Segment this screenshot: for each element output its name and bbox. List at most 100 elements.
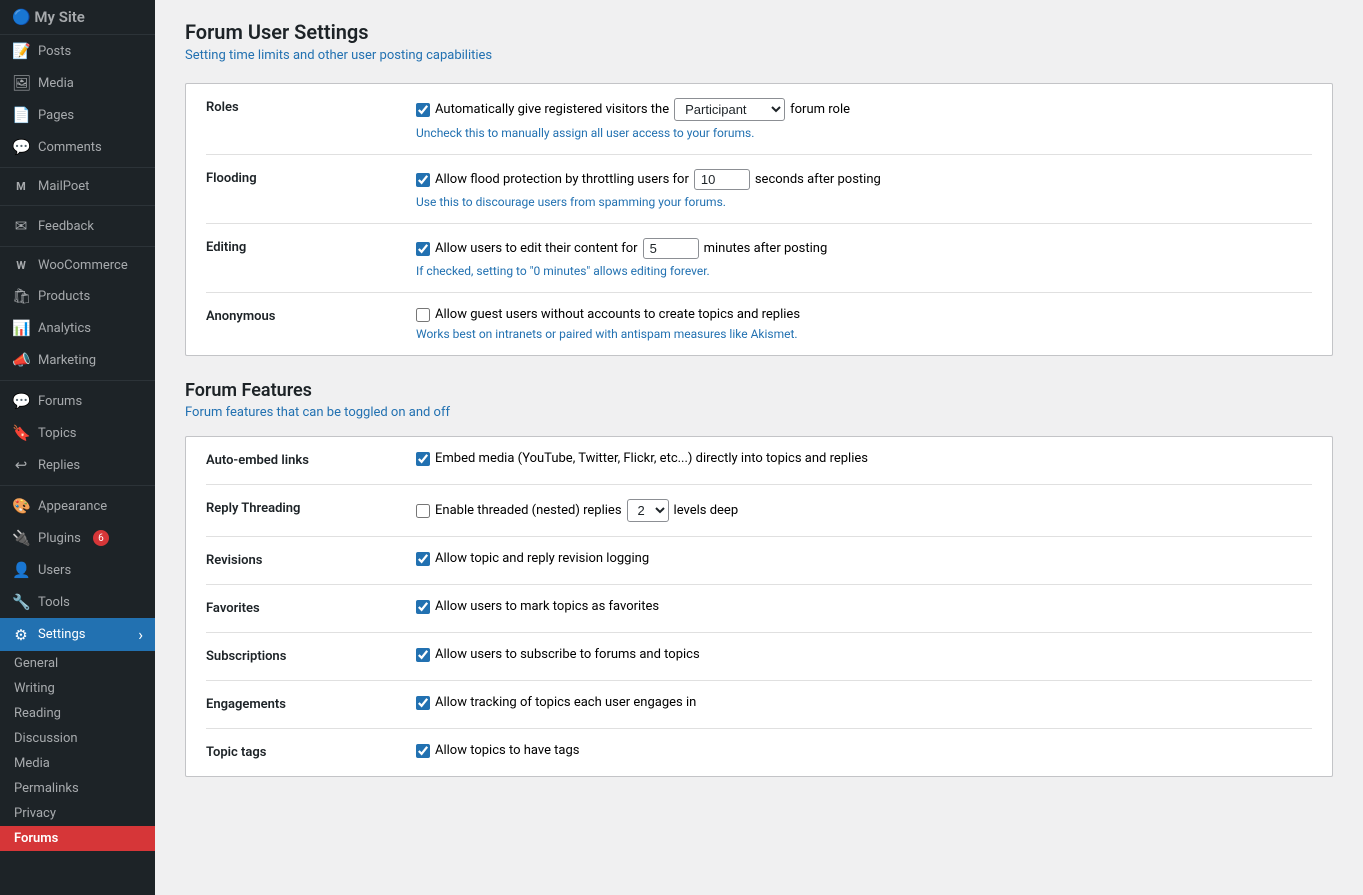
favorites-checkbox[interactable] — [416, 600, 430, 614]
flooding-input[interactable] — [694, 169, 750, 190]
features-table: Auto-embed links Embed media (YouTube, T… — [206, 437, 1312, 776]
sidebar-item-label: Posts — [38, 44, 71, 59]
flooding-row: Flooding Allow flood protection by throt… — [206, 155, 1312, 224]
topic-tags-value: Allow topics to have tags — [416, 729, 1312, 777]
sidebar-item-mailpoet[interactable]: M MailPoet — [0, 172, 155, 201]
auto-embed-row: Auto-embed links Embed media (YouTube, T… — [206, 437, 1312, 485]
submenu-item-forums[interactable]: Forums — [0, 826, 155, 851]
reply-threading-checkbox[interactable] — [416, 504, 430, 518]
sidebar-item-products[interactable]: 🛍 Products — [0, 280, 155, 312]
roles-value: Automatically give registered visitors t… — [416, 84, 1312, 155]
mailpoet-icon: M — [12, 180, 30, 193]
sidebar-item-posts[interactable]: 📝 Posts — [0, 35, 155, 67]
favorites-row: Favorites Allow users to mark topics as … — [206, 585, 1312, 633]
submenu-item-privacy[interactable]: Privacy — [0, 801, 155, 826]
sidebar-item-replies[interactable]: ↩ Replies — [0, 449, 155, 481]
submenu-item-permalinks[interactable]: Permalinks — [0, 776, 155, 801]
flooding-value: Allow flood protection by throttling use… — [416, 155, 1312, 224]
anonymous-checkbox[interactable] — [416, 308, 430, 322]
subscriptions-checkbox[interactable] — [416, 648, 430, 662]
revisions-checkbox[interactable] — [416, 552, 430, 566]
sidebar-logo: 🔵 My Site — [0, 0, 155, 35]
sidebar-item-woocommerce[interactable]: W WooCommerce — [0, 251, 155, 280]
roles-help-text: Uncheck this to manually assign all user… — [416, 126, 1312, 140]
sidebar-item-tools[interactable]: 🔧 Tools — [0, 586, 155, 618]
editing-pre-text: Allow users to edit their content for — [435, 241, 638, 256]
plugins-icon: 🔌 — [12, 529, 30, 547]
engagements-label: Engagements — [206, 681, 416, 729]
submenu-item-media[interactable]: Media — [0, 751, 155, 776]
main-content: Forum User Settings Setting time limits … — [155, 0, 1363, 895]
sidebar-item-label: Pages — [38, 108, 74, 123]
sidebar-item-forums[interactable]: 💬 Forums — [0, 385, 155, 417]
users-icon: 👤 — [12, 561, 30, 579]
flooding-help-text: Use this to discourage users from spammi… — [416, 195, 1312, 209]
page-title: Forum User Settings — [185, 20, 1333, 44]
revisions-label: Revisions — [206, 537, 416, 585]
subscriptions-value: Allow users to subscribe to forums and t… — [416, 633, 1312, 681]
sidebar-item-comments[interactable]: 💬 Comments — [0, 131, 155, 163]
reply-threading-post-text: levels deep — [674, 503, 739, 518]
marketing-icon: 📣 — [12, 351, 30, 369]
submenu-item-general[interactable]: General — [0, 651, 155, 676]
roles-label: Roles — [206, 84, 416, 155]
sidebar-item-media[interactable]: 🖼 Media — [0, 67, 155, 99]
roles-post-text: forum role — [790, 102, 850, 117]
favorites-text: Allow users to mark topics as favorites — [435, 599, 659, 614]
sidebar-item-plugins[interactable]: 🔌 Plugins 6 — [0, 522, 155, 554]
sidebar-item-label: Plugins — [38, 531, 81, 546]
submenu-item-reading[interactable]: Reading — [0, 701, 155, 726]
editing-checkbox[interactable] — [416, 242, 430, 256]
sidebar-item-label: Products — [38, 289, 90, 304]
posts-icon: 📝 — [12, 42, 30, 60]
editing-value: Allow users to edit their content for mi… — [416, 224, 1312, 293]
feedback-icon: ✉ — [12, 217, 30, 235]
products-icon: 🛍 — [12, 287, 30, 305]
user-settings-box: Roles Automatically give registered visi… — [185, 83, 1333, 356]
engagements-row: Engagements Allow tracking of topics eac… — [206, 681, 1312, 729]
sidebar-item-label: Tools — [38, 595, 70, 610]
sidebar-item-pages[interactable]: 📄 Pages — [0, 99, 155, 131]
tools-icon: 🔧 — [12, 593, 30, 611]
sidebar-item-feedback[interactable]: ✉ Feedback — [0, 210, 155, 242]
sidebar-item-appearance[interactable]: 🎨 Appearance — [0, 490, 155, 522]
sidebar-item-users[interactable]: 👤 Users — [0, 554, 155, 586]
revisions-text: Allow topic and reply revision logging — [435, 551, 649, 566]
submenu-label: General — [14, 656, 58, 671]
topic-tags-checkbox[interactable] — [416, 744, 430, 758]
sidebar-item-settings[interactable]: ⚙ Settings › — [0, 618, 155, 651]
sidebar-item-label: Users — [38, 563, 71, 578]
comments-icon: 💬 — [12, 138, 30, 156]
analytics-icon: 📊 — [12, 319, 30, 337]
engagements-checkbox[interactable] — [416, 696, 430, 710]
page-subtitle: Setting time limits and other user posti… — [185, 48, 1333, 63]
roles-checkbox[interactable] — [416, 103, 430, 117]
editing-input[interactable] — [643, 238, 699, 259]
sidebar-item-label: WooCommerce — [38, 258, 128, 273]
submenu-item-writing[interactable]: Writing — [0, 676, 155, 701]
anonymous-text: Allow guest users without accounts to cr… — [435, 307, 800, 322]
sidebar-item-marketing[interactable]: 📣 Marketing — [0, 344, 155, 376]
flooding-pre-text: Allow flood protection by throttling use… — [435, 172, 689, 187]
sidebar-item-label: MailPoet — [38, 179, 89, 194]
roles-select[interactable]: Participant Moderator Administrator Subs… — [674, 98, 785, 121]
sidebar-item-topics[interactable]: 🔖 Topics — [0, 417, 155, 449]
flooding-checkbox[interactable] — [416, 173, 430, 187]
auto-embed-checkbox[interactable] — [416, 452, 430, 466]
auto-embed-value: Embed media (YouTube, Twitter, Flickr, e… — [416, 437, 1312, 485]
engagements-value: Allow tracking of topics each user engag… — [416, 681, 1312, 729]
sidebar-item-label: Forums — [38, 394, 82, 409]
subscriptions-text: Allow users to subscribe to forums and t… — [435, 647, 700, 662]
topic-tags-row: Topic tags Allow topics to have tags — [206, 729, 1312, 777]
reply-threading-row: Reply Threading Enable threaded (nested)… — [206, 485, 1312, 537]
reply-threading-select[interactable]: 23456 — [627, 499, 669, 522]
flooding-label: Flooding — [206, 155, 416, 224]
sidebar-item-analytics[interactable]: 📊 Analytics — [0, 312, 155, 344]
sidebar-item-label: Replies — [38, 458, 80, 473]
revisions-value: Allow topic and reply revision logging — [416, 537, 1312, 585]
submenu-label: Forums — [14, 831, 58, 846]
submenu-item-discussion[interactable]: Discussion — [0, 726, 155, 751]
auto-embed-label: Auto-embed links — [206, 437, 416, 485]
topics-icon: 🔖 — [12, 424, 30, 442]
favorites-label: Favorites — [206, 585, 416, 633]
